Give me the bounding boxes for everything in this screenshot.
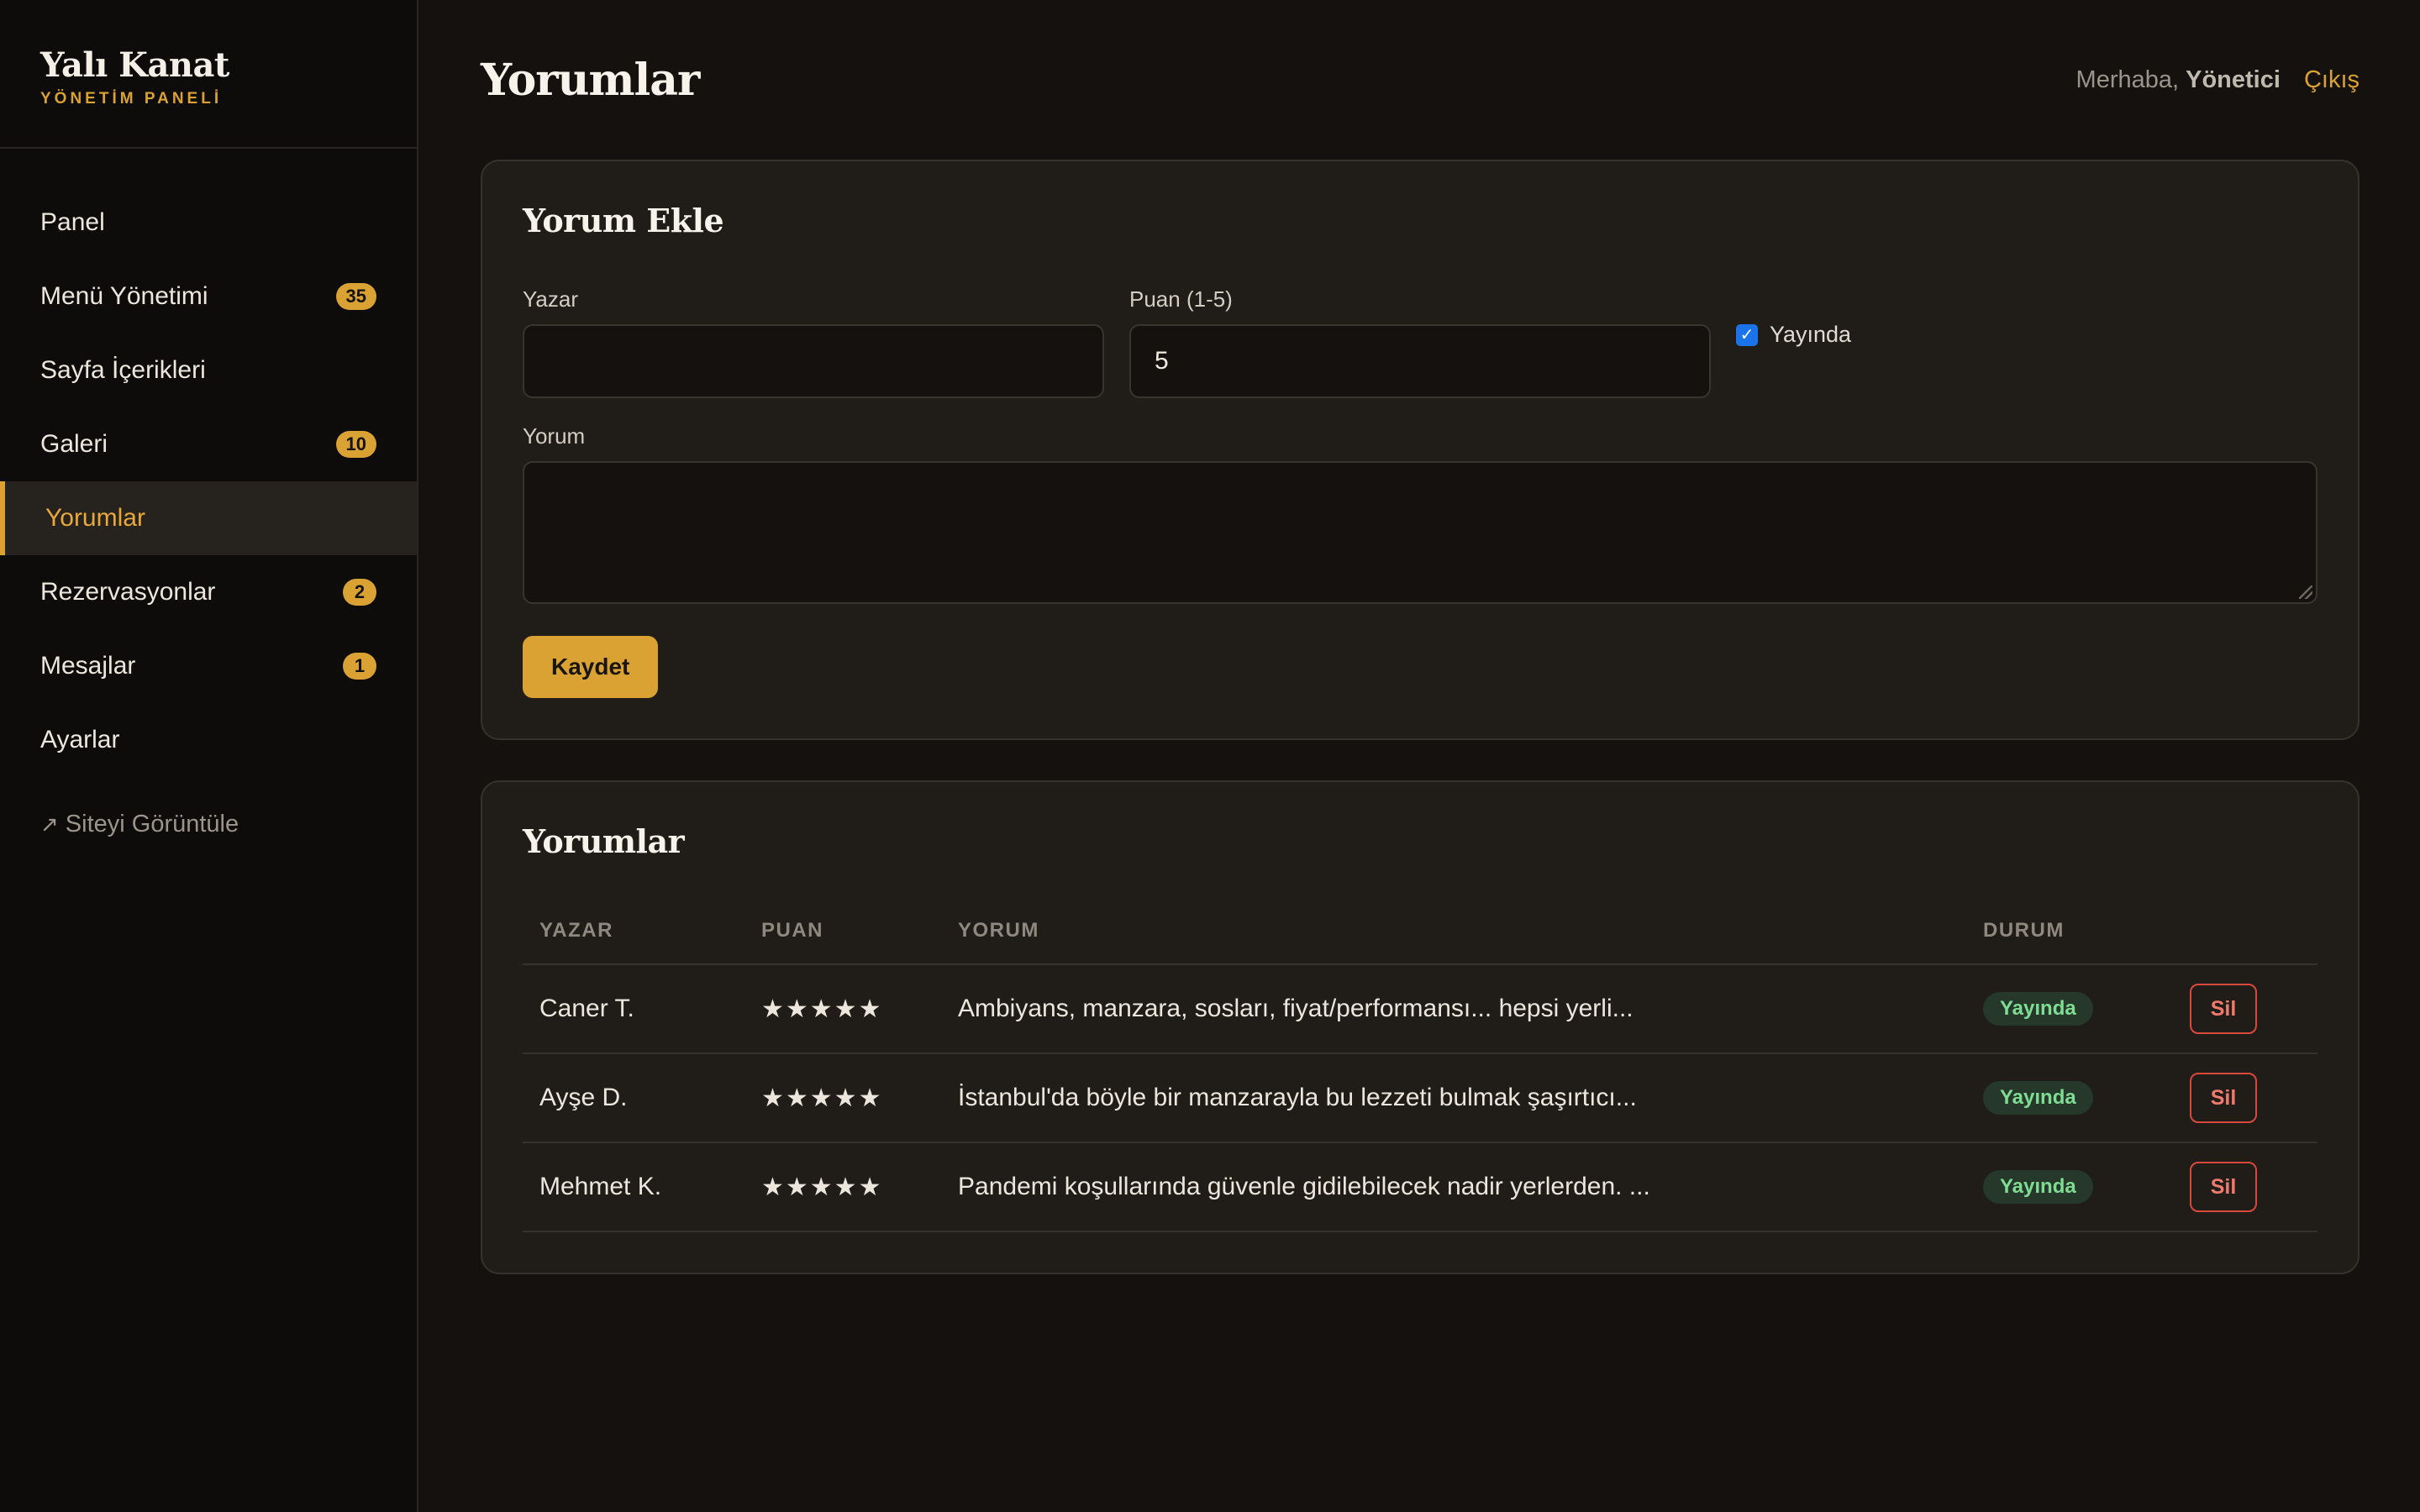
actions-cell: Sil xyxy=(2173,1142,2317,1232)
column-header-comment: YORUM xyxy=(941,897,1966,965)
topbar: Yorumlar Merhaba, Yönetici Çıkış xyxy=(481,0,2360,160)
author-label: Yazar xyxy=(523,286,578,312)
user-area: Merhaba, Yönetici Çıkış xyxy=(2076,66,2360,94)
sidebar-item-panel[interactable]: Panel xyxy=(0,186,417,260)
brand: Yalı Kanat YÖNETİM PANELİ xyxy=(0,0,417,149)
sidebar-item-label: Rezervasyonlar xyxy=(40,578,216,606)
reviews-card: Yorumlar YAZAR PUAN YORUM DURUM Caner T.… xyxy=(481,780,2360,1274)
review-author: Ayşe D. xyxy=(523,1053,744,1143)
review-comment: Pandemi koşullarında güvenle gidilebilec… xyxy=(941,1142,1966,1232)
logout-link[interactable]: Çıkış xyxy=(2304,66,2360,94)
table-row: Mehmet K. ★★★★★ Pandemi koşullarında güv… xyxy=(523,1142,2317,1232)
sidebar-item-gallery[interactable]: Galeri 10 xyxy=(0,407,417,481)
author-field: Yazar xyxy=(523,286,1104,398)
sidebar-item-reviews[interactable]: Yorumlar xyxy=(0,481,417,555)
published-label: Yayında xyxy=(1770,322,1852,347)
comment-label: Yorum xyxy=(523,423,586,449)
column-header-author: YAZAR xyxy=(523,897,744,965)
star-rating: ★★★★★ xyxy=(744,1142,941,1232)
main-content: Yorumlar Merhaba, Yönetici Çıkış Yorum E… xyxy=(418,0,2420,1512)
sidebar-item-messages[interactable]: Mesajlar 1 xyxy=(0,629,417,703)
brand-subtitle: YÖNETİM PANELİ xyxy=(40,90,223,108)
sidebar-item-reservations[interactable]: Rezervasyonlar 2 xyxy=(0,555,417,629)
table-row: Ayşe D. ★★★★★ İstanbul'da böyle bir manz… xyxy=(523,1053,2317,1143)
delete-button[interactable]: Sil xyxy=(2190,1162,2257,1212)
review-author: Caner T. xyxy=(523,964,744,1054)
resize-handle-icon[interactable] xyxy=(2299,585,2312,599)
count-badge: 1 xyxy=(343,653,376,680)
rating-field: Puan (1-5) xyxy=(1129,286,1711,398)
star-rating: ★★★★★ xyxy=(744,964,941,1054)
review-author: Mehmet K. xyxy=(523,1142,744,1232)
add-review-card: Yorum Ekle Yazar Puan (1-5) ✓ Yayında Yo… xyxy=(481,160,2360,740)
comment-field: Yorum xyxy=(523,423,2317,604)
form-row: Yazar Puan (1-5) ✓ Yayında xyxy=(523,286,2317,398)
view-site-label: Siteyi Görüntüle xyxy=(65,811,239,837)
actions-cell: Sil xyxy=(2173,1053,2317,1143)
table-header-row: YAZAR PUAN YORUM DURUM xyxy=(523,897,2317,965)
external-link-icon: ↗ xyxy=(40,811,59,837)
table-row: Caner T. ★★★★★ Ambiyans, manzara, soslar… xyxy=(523,964,2317,1054)
sidebar: Yalı Kanat YÖNETİM PANELİ Panel Menü Yön… xyxy=(0,0,418,1512)
user-name: Yönetici xyxy=(2186,66,2281,93)
author-input[interactable] xyxy=(523,324,1104,398)
sidebar-item-label: Sayfa İçerikleri xyxy=(40,356,206,384)
status-cell: Yayında xyxy=(1966,964,2173,1054)
sidebar-item-label: Panel xyxy=(40,208,105,236)
published-toggle[interactable]: ✓ Yayında xyxy=(1736,322,1851,348)
view-site-link[interactable]: ↗ Siteyi Görüntüle xyxy=(0,811,417,838)
sidebar-item-label: Yorumlar xyxy=(45,504,145,532)
reviews-table: YAZAR PUAN YORUM DURUM Caner T. ★★★★★ Am… xyxy=(523,897,2317,1232)
count-badge: 2 xyxy=(343,579,376,606)
sidebar-item-menu-management[interactable]: Menü Yönetimi 35 xyxy=(0,260,417,333)
star-rating: ★★★★★ xyxy=(744,1053,941,1143)
comment-textarea[interactable] xyxy=(523,461,2317,604)
sidebar-nav: Panel Menü Yönetimi 35 Sayfa İçerikleri … xyxy=(0,149,417,777)
review-comment: Ambiyans, manzara, sosları, fiyat/perfor… xyxy=(941,964,1966,1054)
save-button[interactable]: Kaydet xyxy=(523,636,659,698)
column-header-rating: PUAN xyxy=(744,897,941,965)
status-badge: Yayında xyxy=(1983,1170,2093,1204)
sidebar-item-label: Ayarlar xyxy=(40,726,120,753)
rating-label: Puan (1-5) xyxy=(1129,286,1233,312)
delete-button[interactable]: Sil xyxy=(2190,1073,2257,1123)
status-badge: Yayında xyxy=(1983,992,2093,1026)
admin-app: Yalı Kanat YÖNETİM PANELİ Panel Menü Yön… xyxy=(0,0,2420,1512)
column-header-actions xyxy=(2173,897,2317,965)
greeting-prefix: Merhaba, xyxy=(2075,66,2180,93)
status-cell: Yayında xyxy=(1966,1053,2173,1143)
sidebar-item-page-contents[interactable]: Sayfa İçerikleri xyxy=(0,333,417,407)
sidebar-item-label: Galeri xyxy=(40,430,108,458)
greeting: Merhaba, Yönetici xyxy=(2076,66,2281,94)
brand-title: Yalı Kanat xyxy=(40,45,229,85)
rating-input[interactable] xyxy=(1129,324,1711,398)
published-checkbox[interactable]: ✓ xyxy=(1736,323,1758,346)
review-comment: İstanbul'da böyle bir manzarayla bu lezz… xyxy=(941,1053,1966,1143)
actions-cell: Sil xyxy=(2173,964,2317,1054)
sidebar-item-label: Menü Yönetimi xyxy=(40,282,208,310)
count-badge: 10 xyxy=(335,431,376,458)
delete-button[interactable]: Sil xyxy=(2190,984,2257,1034)
status-cell: Yayında xyxy=(1966,1142,2173,1232)
column-header-status: DURUM xyxy=(1966,897,2173,965)
status-badge: Yayında xyxy=(1983,1081,2093,1115)
page-title: Yorumlar xyxy=(481,54,700,106)
sidebar-item-label: Mesajlar xyxy=(40,652,136,680)
count-badge: 35 xyxy=(335,283,376,310)
reviews-title: Yorumlar xyxy=(523,822,685,860)
add-review-title: Yorum Ekle xyxy=(523,202,724,239)
sidebar-item-settings[interactable]: Ayarlar xyxy=(0,703,417,777)
